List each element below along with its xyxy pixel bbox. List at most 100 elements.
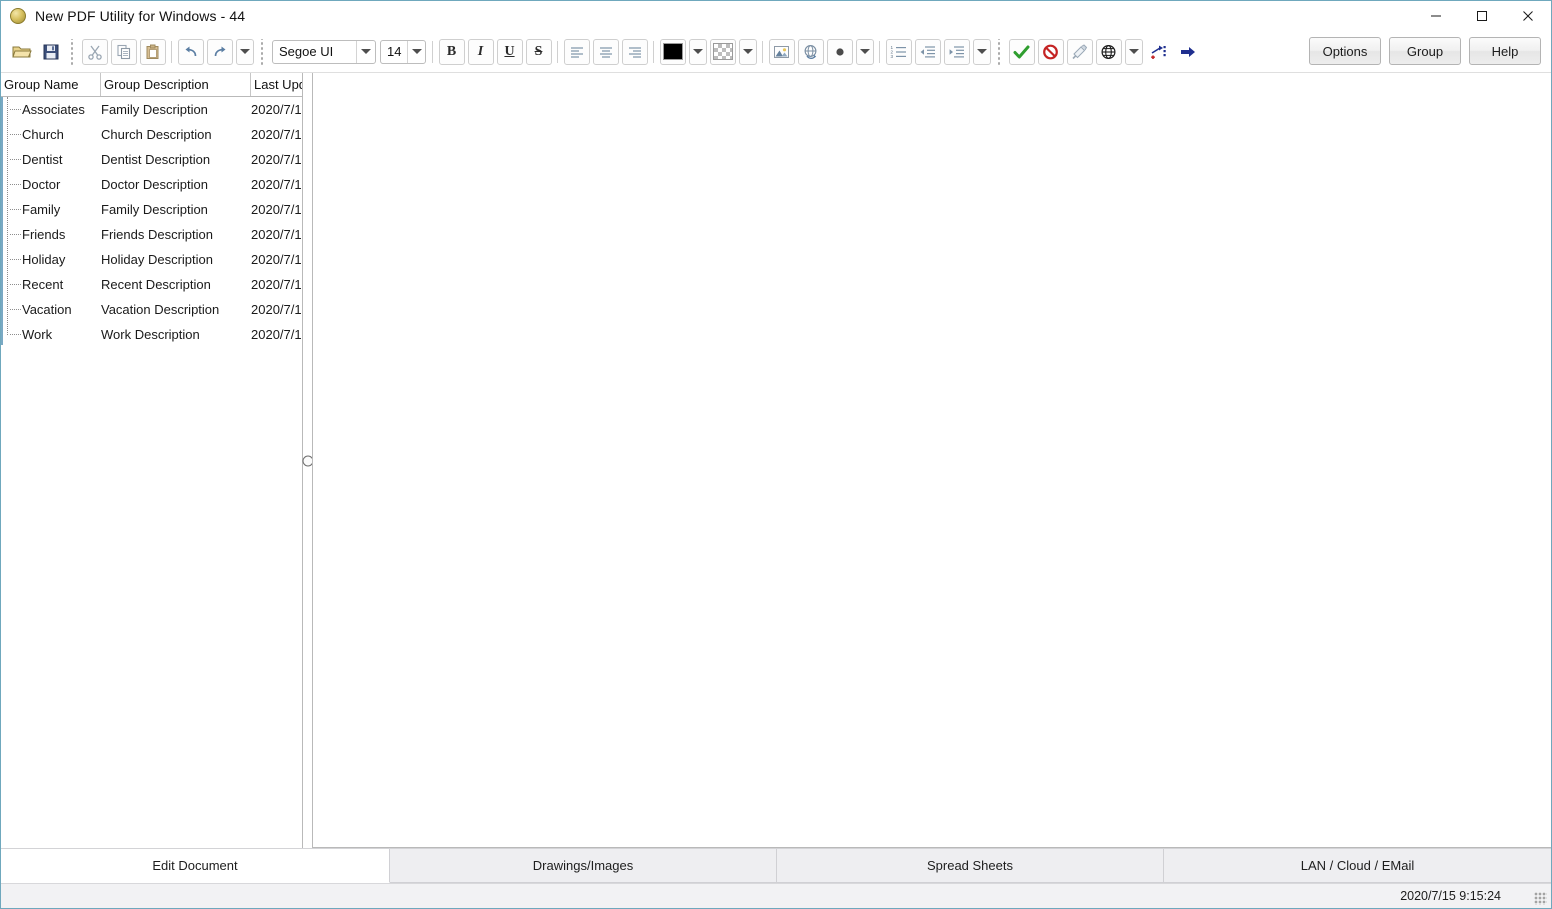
group-name-label: Doctor: [22, 177, 61, 192]
spellcheck-icon[interactable]: [1066, 38, 1093, 65]
help-button[interactable]: Help: [1469, 37, 1541, 65]
add-node-icon[interactable]: [1146, 39, 1172, 65]
cell-last-updated: 2020/7/1: [251, 202, 302, 217]
table-row[interactable]: Work Work Description 2020/7/1: [1, 322, 302, 347]
italic-button[interactable]: I: [467, 38, 494, 65]
tree-branch-icon: [4, 272, 22, 297]
table-row[interactable]: Associates Family Description 2020/7/1: [1, 97, 302, 122]
document-editor-canvas[interactable]: [312, 73, 1551, 848]
table-row[interactable]: Holiday Holiday Description 2020/7/1: [1, 247, 302, 272]
check-icon[interactable]: [1008, 38, 1035, 65]
column-header-last-updated[interactable]: Last Upd: [251, 73, 302, 96]
highlight-color-swatch: [712, 43, 733, 60]
close-icon[interactable]: [1505, 1, 1551, 31]
tab-spread-sheets[interactable]: Spread Sheets: [777, 849, 1164, 883]
highlight-color-dropdown[interactable]: [738, 38, 757, 65]
cell-last-updated: 2020/7/1: [251, 277, 302, 292]
text-color-dropdown[interactable]: [688, 38, 707, 65]
globe-icon[interactable]: [1095, 38, 1122, 65]
cut-scissors-icon[interactable]: [81, 38, 108, 65]
tab-edit-document[interactable]: Edit Document: [1, 849, 390, 883]
text-color-button[interactable]: [659, 38, 686, 65]
save-disk-icon[interactable]: [38, 39, 64, 65]
group-name-label: Associates: [22, 102, 85, 117]
table-row[interactable]: Dentist Dentist Description 2020/7/1: [1, 147, 302, 172]
group-name-label: Work: [22, 327, 53, 342]
align-right-icon[interactable]: [621, 38, 648, 65]
group-name-label: Holiday: [22, 252, 66, 267]
list-column-headers: Group Name Group Description Last Upd: [1, 73, 302, 97]
tree-branch-icon: [4, 297, 22, 322]
toolbar-grip-actions[interactable]: [995, 38, 1004, 65]
group-list-rows: Associates Family Description 2020/7/1 Chur…: [1, 97, 302, 347]
bold-button[interactable]: B: [438, 38, 465, 65]
column-header-group-name[interactable]: Group Name: [1, 73, 101, 96]
font-size-select[interactable]: 14: [380, 39, 426, 64]
svg-text:3: 3: [891, 54, 894, 59]
cell-group-description: Church Description: [101, 127, 212, 142]
tree-branch-icon: [4, 222, 22, 247]
cell-last-updated: 2020/7/1: [251, 302, 302, 317]
status-timestamp: 2020/7/15 9:15:24: [1400, 889, 1501, 903]
cell-last-updated: 2020/7/1: [251, 102, 302, 117]
table-row[interactable]: Recent Recent Description 2020/7/1: [1, 272, 302, 297]
insert-image-icon[interactable]: [768, 38, 795, 65]
tab-drawings-images[interactable]: Drawings/Images: [390, 849, 777, 883]
undo-icon[interactable]: [177, 38, 204, 65]
indent-icon[interactable]: [943, 38, 970, 65]
toolbar-grip-font[interactable]: [258, 38, 267, 65]
column-header-group-description[interactable]: Group Description: [101, 73, 251, 96]
cell-group-description: Friends Description: [101, 227, 213, 242]
language-dropdown[interactable]: [1124, 38, 1143, 65]
toolbar-separator-4: [653, 40, 654, 63]
chevron-down-icon[interactable]: [356, 40, 375, 63]
group-button[interactable]: Group: [1389, 37, 1461, 65]
table-row[interactable]: Friends Friends Description 2020/7/1: [1, 222, 302, 247]
minimize-icon[interactable]: [1413, 1, 1459, 31]
cell-group-description: Doctor Description: [101, 177, 208, 192]
tab-lan-cloud-email[interactable]: LAN / Cloud / EMail: [1164, 849, 1551, 883]
font-family-select[interactable]: Segoe UI: [272, 39, 376, 64]
cell-last-updated: 2020/7/1: [251, 327, 302, 342]
redo-icon[interactable]: [206, 38, 233, 65]
deny-icon[interactable]: [1037, 38, 1064, 65]
paste-icon[interactable]: [139, 38, 166, 65]
table-row[interactable]: Vacation Vacation Description 2020/7/1: [1, 297, 302, 322]
table-row[interactable]: Family Family Description 2020/7/1: [1, 197, 302, 222]
options-button[interactable]: Options: [1309, 37, 1381, 65]
bullet-icon[interactable]: [826, 38, 853, 65]
outdent-icon[interactable]: [914, 38, 941, 65]
group-name-label: Recent: [22, 277, 64, 292]
bold-label: B: [446, 43, 457, 59]
cell-group-name: Dentist: [1, 147, 101, 172]
table-row[interactable]: Doctor Doctor Description 2020/7/1: [1, 172, 302, 197]
align-center-icon[interactable]: [592, 38, 619, 65]
chevron-down-icon[interactable]: [407, 40, 425, 63]
bullet-style-dropdown[interactable]: [855, 38, 874, 65]
open-folder-icon[interactable]: [9, 39, 35, 65]
hyperlink-icon[interactable]: [797, 38, 824, 65]
underline-button[interactable]: U: [496, 38, 523, 65]
maximize-icon[interactable]: [1459, 1, 1505, 31]
highlight-color-button[interactable]: [709, 38, 736, 65]
copy-icon[interactable]: [110, 38, 137, 65]
numbered-list-icon[interactable]: 1 2 3: [885, 38, 912, 65]
font-size-value: 14: [387, 44, 402, 59]
strikethrough-button[interactable]: S: [525, 38, 552, 65]
table-row[interactable]: Church Church Description 2020/7/1: [1, 122, 302, 147]
cell-group-name: Work: [1, 322, 101, 347]
list-more-dropdown[interactable]: [972, 38, 991, 65]
arrow-right-icon[interactable]: [1175, 39, 1201, 65]
panel-splitter[interactable]: [302, 73, 313, 848]
undo-history-dropdown[interactable]: [235, 38, 254, 65]
align-left-icon[interactable]: [563, 38, 590, 65]
group-list-panel[interactable]: Group Name Group Description Last Upd As…: [1, 73, 303, 848]
cell-group-description: Family Description: [101, 202, 208, 217]
chevron-down-icon: [742, 49, 753, 54]
resize-grip-icon[interactable]: [1534, 892, 1547, 905]
cell-group-name: Friends: [1, 222, 101, 247]
group-name-label: Vacation: [22, 302, 72, 317]
cell-group-description: Family Description: [101, 102, 208, 117]
toolbar-grip[interactable]: [68, 38, 77, 65]
cell-group-name: Doctor: [1, 172, 101, 197]
